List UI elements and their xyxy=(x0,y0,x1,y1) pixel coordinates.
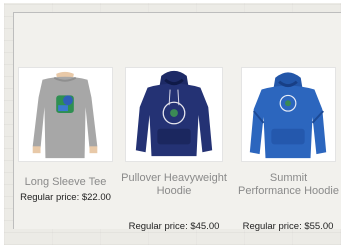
product-title-long-sleeve-tee[interactable]: Long Sleeve Tee xyxy=(14,176,117,189)
navy-pullover-hoodie-image xyxy=(126,68,222,161)
product-price-long-sleeve-tee: Regular price: $22.00 xyxy=(20,192,111,203)
royal-blue-hoodie-image xyxy=(242,68,335,161)
product-price-summit-hoodie: Regular price: $55.00 xyxy=(242,221,334,232)
product-price-pullover-hoodie: Regular price: $45.00 xyxy=(128,221,220,232)
product-image-summit-hoodie[interactable] xyxy=(241,67,336,162)
grey-long-sleeve-tee-image xyxy=(19,68,112,161)
product-title-pullover-hoodie[interactable]: Pullover Heavyweight Hoodie xyxy=(121,172,227,198)
product-title-summit-hoodie[interactable]: Summit Performance Hoodie xyxy=(237,172,340,198)
product-image-pullover-hoodie[interactable] xyxy=(125,67,223,162)
product-grid-background: Long Sleeve Tee Regular price: $22.00 Pu… xyxy=(4,3,341,245)
product-image-long-sleeve-tee[interactable] xyxy=(18,67,113,162)
